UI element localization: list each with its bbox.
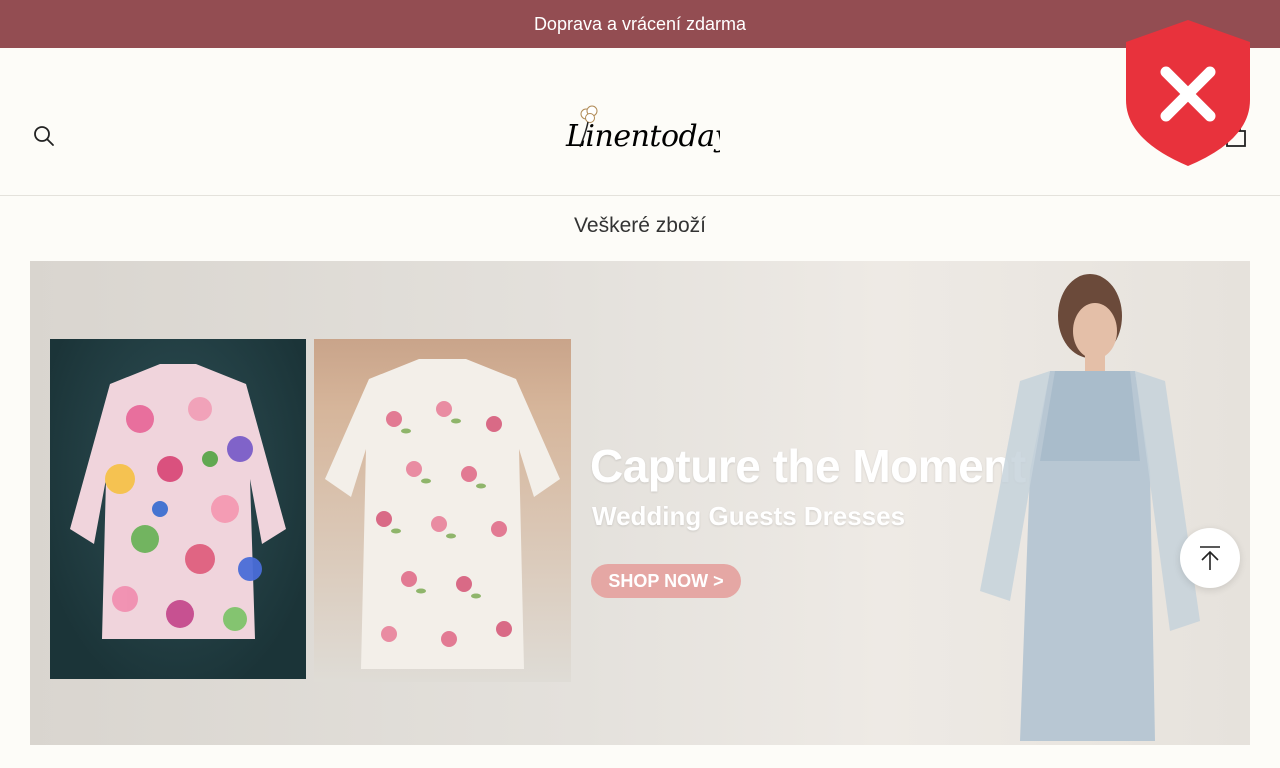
shop-now-button[interactable]: SHOP NOW > bbox=[591, 564, 741, 598]
collection-title: Veškeré zboží bbox=[574, 214, 706, 237]
search-icon[interactable] bbox=[32, 124, 56, 148]
logo[interactable]: Linentoday bbox=[560, 102, 733, 162]
announcement-bar: Doprava a vrácení zdarma bbox=[0, 0, 1280, 48]
arrow-up-icon bbox=[1200, 546, 1220, 570]
banner-subheadline: Wedding Guests Dresses bbox=[592, 501, 906, 531]
close-shield-icon[interactable] bbox=[1126, 20, 1250, 166]
site-header: Linentoday bbox=[0, 76, 1280, 196]
hero-banner[interactable]: Capture the Moment Wedding Guests Dresse… bbox=[30, 261, 1250, 745]
product-image-floral-shirt bbox=[50, 339, 306, 679]
logo-text: Linentoday bbox=[565, 119, 720, 154]
product-image-rose-blouse bbox=[314, 339, 571, 682]
scroll-to-top-button[interactable] bbox=[1180, 528, 1240, 588]
announcement-text: Doprava a vrácení zdarma bbox=[533, 13, 747, 34]
model-image bbox=[900, 261, 1250, 745]
